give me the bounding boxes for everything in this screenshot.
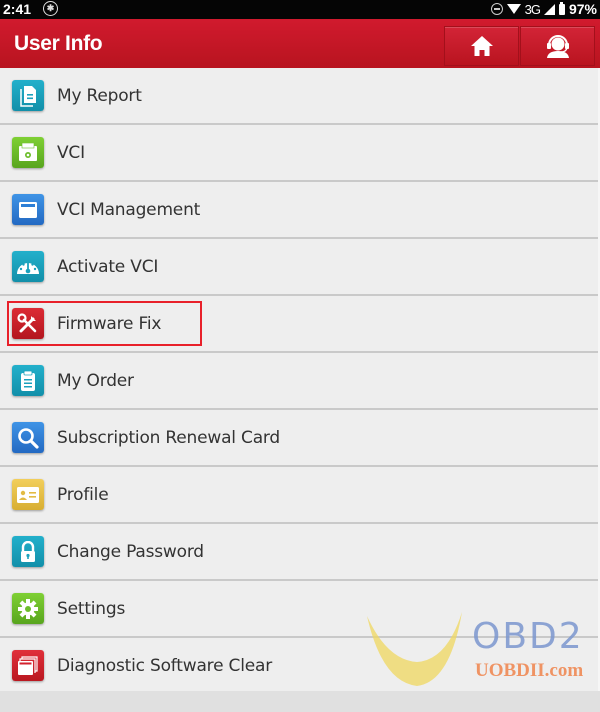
lock-icon [12, 536, 44, 567]
menu-item-activate-vci[interactable]: Activate VCI [0, 239, 598, 296]
menu-item-label: My Report [57, 86, 142, 106]
status-time: 2:41 [3, 1, 32, 17]
home-icon [470, 36, 493, 56]
wifi-icon [506, 4, 521, 14]
battery-level: 97% [568, 1, 597, 17]
menu-item-label: Activate VCI [57, 257, 159, 277]
menu-item-label: Diagnostic Software Clear [57, 656, 272, 676]
menu-item-subscription-renewal-card[interactable]: Subscription Renewal Card [0, 410, 598, 467]
status-bar: 2:41 ✱ 3G 97% [0, 0, 600, 19]
menu-item-label: Change Password [57, 542, 204, 562]
home-button[interactable] [444, 26, 519, 66]
headset-support-icon [546, 35, 569, 58]
page-title: User Info [14, 32, 103, 55]
menu-item-label: VCI [57, 143, 85, 163]
status-indicators: 3G 97% [490, 1, 597, 17]
user-info-menu: My Report VCI VCI Management Activate VC… [0, 68, 598, 695]
menu-item-firmware-fix[interactable]: Firmware Fix [0, 296, 598, 353]
menu-item-label: My Order [57, 371, 134, 391]
search-icon [12, 422, 44, 453]
menu-item-profile[interactable]: Profile [0, 467, 598, 524]
battery-icon [558, 1, 565, 15]
report-document-icon [12, 80, 44, 111]
menu-item-label: VCI Management [57, 200, 201, 220]
list-footer [0, 691, 600, 712]
menu-item-my-order[interactable]: My Order [0, 353, 598, 410]
menu-item-label: Settings [57, 599, 126, 619]
do-not-disturb-icon [490, 3, 503, 15]
menu-item-label: Profile [57, 485, 109, 505]
network-type: 3G [524, 1, 541, 17]
menu-item-label: Firmware Fix [57, 314, 162, 334]
clipboard-icon [12, 365, 44, 396]
menu-item-change-password[interactable]: Change Password [0, 524, 598, 581]
id-card-icon [12, 479, 44, 510]
menu-item-my-report[interactable]: My Report [0, 68, 598, 125]
signal-icon [543, 3, 555, 15]
menu-item-vci[interactable]: VCI [0, 125, 598, 182]
support-button[interactable] [520, 26, 595, 66]
bluetooth-icon: ✱ [43, 1, 58, 16]
vci-connector-icon [12, 137, 44, 168]
menu-item-diagnostic-software-clear[interactable]: Diagnostic Software Clear [0, 638, 598, 695]
menu-item-settings[interactable]: Settings [0, 581, 598, 638]
menu-item-label: Subscription Renewal Card [57, 428, 280, 448]
gear-icon [12, 593, 44, 624]
menu-item-vci-management[interactable]: VCI Management [0, 182, 598, 239]
app-bar: User Info [0, 19, 600, 68]
vci-management-icon [12, 194, 44, 225]
window-stack-icon [12, 650, 44, 681]
gauge-icon [12, 251, 44, 282]
tools-icon [12, 308, 44, 339]
